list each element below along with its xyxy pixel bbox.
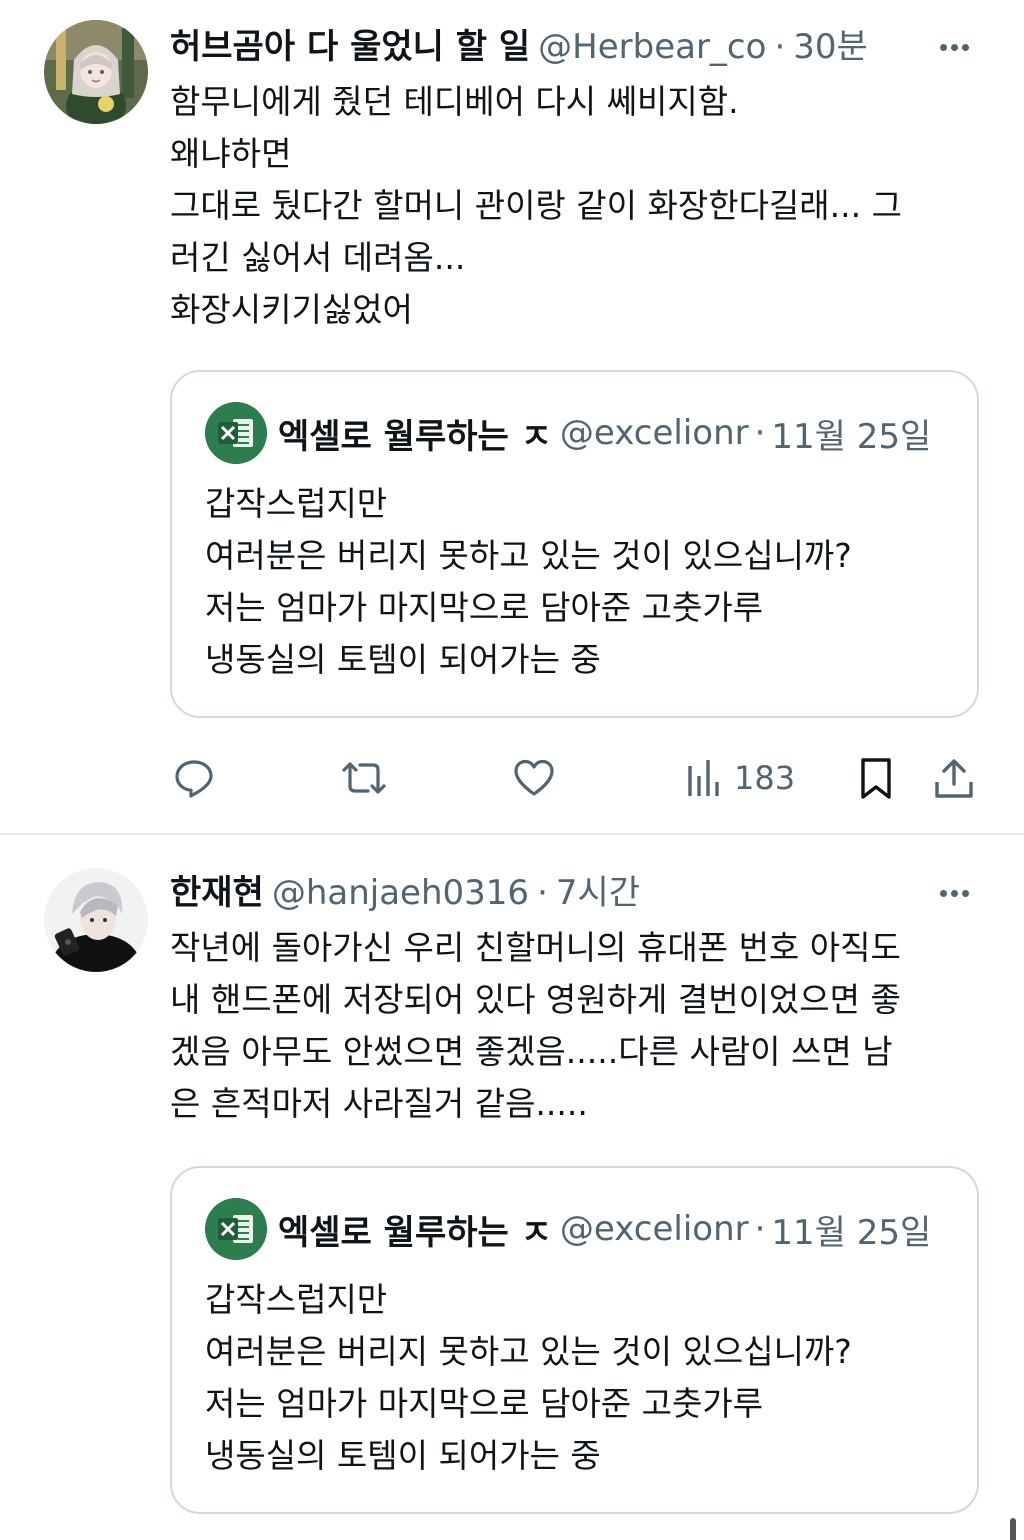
tweet-header: 허브곰아 다 울었니 할 일 @Herbear_co · 30분 <box>170 22 974 72</box>
tweet-text-line: 함무니에게 줬던 테디베어 다시 쎄비지함. <box>170 82 739 121</box>
separator-dot: · <box>774 27 786 67</box>
quoted-text-line: 갑작스럽지만 <box>205 1280 388 1319</box>
tweet-divider <box>0 833 1024 835</box>
like-icon <box>514 759 554 796</box>
avatar[interactable] <box>44 20 148 124</box>
reply-button[interactable] <box>172 750 216 806</box>
quoted-text-line: 저는 엄마가 마지막으로 담아준 고춧가루 <box>205 1384 764 1423</box>
bookmark-icon <box>861 758 891 799</box>
quoted-tweet-text: 갑작스럽지만 여러분은 버리지 못하고 있는 것이 있으십니까? 저는 엄마가 … <box>205 478 955 686</box>
avatar-illustration <box>44 20 148 124</box>
quoted-tweet[interactable]: 엑셀로 월루하는 ㅈ @excelionr · 11월 25일 갑작스럽지만 여… <box>170 370 979 718</box>
share-icon <box>935 759 973 798</box>
quoted-handle[interactable]: @excelionr <box>560 413 749 453</box>
bookmark-button[interactable] <box>854 750 898 806</box>
quoted-date[interactable]: 11월 25일 <box>771 1205 931 1254</box>
quoted-display-name[interactable]: 엑셀로 월루하는 ㅈ <box>278 1205 552 1254</box>
timestamp[interactable]: 30분 <box>793 22 868 72</box>
retweet-icon <box>342 762 386 794</box>
scrollbar[interactable] <box>1010 1518 1016 1540</box>
quoted-text-line: 갑작스럽지만 <box>205 484 388 523</box>
handle[interactable]: @hanjaeh0316 <box>272 868 529 918</box>
views-count: 183 <box>734 759 796 797</box>
quoted-tweet-text: 갑작스럽지만 여러분은 버리지 못하고 있는 것이 있으십니까? 저는 엄마가 … <box>205 1274 955 1482</box>
tweet-text-line: 그대로 뒀다간 할머니 관이랑 같이 화장한다길래... 그 <box>170 186 902 225</box>
quoted-text-line: 저는 엄마가 마지막으로 담아준 고춧가루 <box>205 588 764 627</box>
share-button[interactable] <box>932 750 976 806</box>
like-button[interactable] <box>512 750 556 806</box>
tweet-actions-bar: 183 <box>170 750 980 806</box>
separator-dot: · <box>754 413 766 453</box>
display-name[interactable]: 허브곰아 다 울었니 할 일 <box>170 22 530 72</box>
quoted-tweet-header: 엑셀로 월루하는 ㅈ @excelionr · 11월 25일 <box>278 408 949 458</box>
quoted-display-name[interactable]: 엑셀로 월루하는 ㅈ <box>278 409 552 458</box>
avatar[interactable] <box>44 868 148 972</box>
quoted-text-line: 여러분은 버리지 못하고 있는 것이 있으십니까? <box>205 536 852 575</box>
tweet-text-line: 작년에 돌아가신 우리 친할머니의 휴대폰 번호 아직도 <box>170 928 901 967</box>
excel-logo-icon[interactable] <box>205 402 267 464</box>
views-icon <box>688 760 719 796</box>
more-options-icon[interactable] <box>934 873 974 913</box>
quoted-handle[interactable]: @excelionr <box>560 1209 749 1249</box>
reply-icon <box>175 760 213 798</box>
tweet-text-line: 화장시키기싫었어 <box>170 290 413 329</box>
tweet-text-line: 왜냐하면 <box>170 134 292 173</box>
avatar-illustration <box>44 868 148 972</box>
separator-dot: · <box>537 873 548 913</box>
tweet-text: 작년에 돌아가신 우리 친할머니의 휴대폰 번호 아직도 내 핸드폰에 저장되어… <box>170 922 980 1130</box>
tweet-text-line: 러긴 싫어서 데려옴... <box>170 238 466 277</box>
handle[interactable]: @Herbear_co <box>538 22 766 72</box>
quoted-text-line: 냉동실의 토템이 되어가는 중 <box>205 1436 601 1475</box>
separator-dot: · <box>754 1209 766 1249</box>
quoted-tweet-header: 엑셀로 월루하는 ㅈ @excelionr · 11월 25일 <box>278 1204 949 1254</box>
quoted-date[interactable]: 11월 25일 <box>771 409 931 458</box>
tweet-text-line: 은 흔적마저 사라질거 같음..... <box>170 1084 588 1123</box>
timestamp[interactable]: 7시간 <box>556 868 640 918</box>
more-options-icon[interactable] <box>934 27 974 67</box>
tweet-header: 한재현 @hanjaeh0316 · 7시간 <box>170 868 974 918</box>
tweet-text: 함무니에게 줬던 테디베어 다시 쎄비지함. 왜냐하면 그대로 뒀다간 할머니 … <box>170 76 980 336</box>
tweet[interactable]: 한재현 @hanjaeh0316 · 7시간 작년에 돌아가신 우리 친할머니의… <box>0 836 1024 1540</box>
quoted-tweet[interactable]: 엑셀로 월루하는 ㅈ @excelionr · 11월 25일 갑작스럽지만 여… <box>170 1166 979 1514</box>
tweet-text-line: 겠음 아무도 안썼으면 좋겠음.....다른 사람이 쓰면 남 <box>170 1032 893 1071</box>
excel-logo-icon[interactable] <box>205 1198 267 1260</box>
retweet-button[interactable] <box>338 750 390 806</box>
quoted-text-line: 여러분은 버리지 못하고 있는 것이 있으십니까? <box>205 1332 852 1371</box>
quoted-text-line: 냉동실의 토템이 되어가는 중 <box>205 640 601 679</box>
views-button[interactable]: 183 <box>682 750 795 806</box>
display-name[interactable]: 한재현 <box>170 868 264 918</box>
tweet[interactable]: 허브곰아 다 울었니 할 일 @Herbear_co · 30분 함무니에게 줬… <box>0 0 1024 834</box>
tweet-text-line: 내 핸드폰에 저장되어 있다 영원하게 결번이었으면 좋 <box>170 980 901 1019</box>
